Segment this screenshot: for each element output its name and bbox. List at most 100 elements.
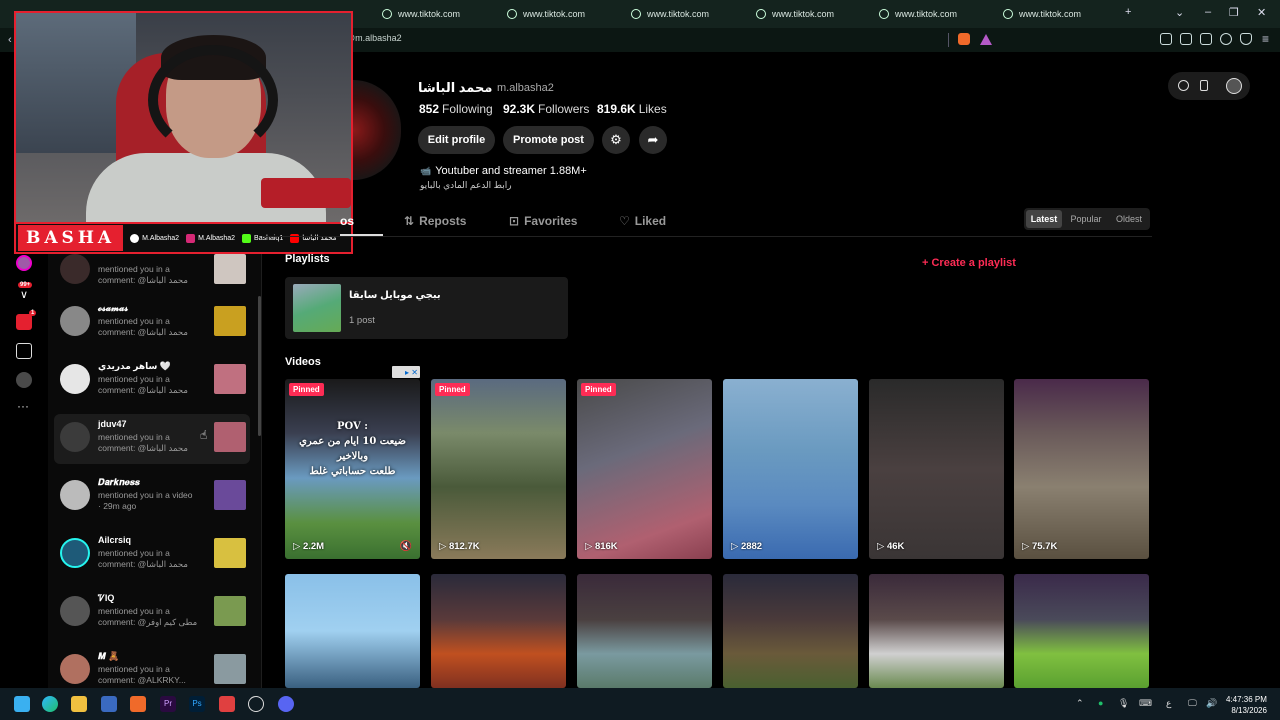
browser-tab[interactable]: www.tiktok.com [382,4,460,24]
notification-item[interactable]: ᏤIQ mentioned you in a comment: @مطى كيم ا… [54,588,250,638]
brave-icon[interactable] [130,696,146,712]
new-tab-button[interactable]: + [1125,6,1131,18]
profile-avatar[interactable] [353,80,401,180]
rewards-icon[interactable] [980,34,992,45]
store-icon[interactable] [101,696,117,712]
notification-item[interactable]: Ailcrsiq mentioned you in a comment: @محمد… [54,530,250,580]
tab-favorites[interactable]: ⊡ Favorites [509,214,577,228]
browser-tab[interactable]: www.tiktok.com [879,4,957,24]
edit-profile-button[interactable]: Edit profile [418,126,495,154]
minimize-icon[interactable]: – [1205,6,1211,18]
notification-username[interactable]: ᏤIQ [98,593,114,604]
menu-icon[interactable]: ≡ [1262,32,1269,46]
notification-item[interactable]: 𝑫𝒂𝒓𝒌𝒏𝒆𝒔𝒔 mentioned you in a video · 29m ag… [54,472,250,522]
volume-icon[interactable]: 🔊 [1206,698,1217,709]
notification-thumbnail[interactable] [214,364,246,394]
video-card[interactable]: Pinned POV : ضيعت 10 ايام من عمري وبالاخي… [285,379,420,559]
browser-tab[interactable]: www.tiktok.com [756,4,834,24]
notification-item[interactable]: 𝓸𝓼𝓪𝓶𝓪𝓼 mentioned you in a comment: @محمد ا… [54,298,250,348]
avatar[interactable] [60,480,90,510]
network-icon[interactable]: 🖵 [1188,698,1197,709]
profile-avatar-icon[interactable] [16,255,32,271]
notification-username[interactable]: jduv47 [98,419,127,429]
sort-latest-button[interactable]: Latest [1026,210,1062,228]
browser-tab[interactable]: www.tiktok.com [507,4,585,24]
more-icon[interactable]: ··· [17,399,29,413]
video-card[interactable] [723,574,858,688]
compass-icon[interactable] [1178,80,1189,91]
notification-thumbnail[interactable] [214,480,246,510]
notification-thumbnail[interactable] [214,538,246,568]
notification-username[interactable]: 𝓸𝓼𝓪𝓶𝓪𝓼 [98,303,128,314]
avatar[interactable] [60,306,90,336]
leo-ai-icon[interactable] [1220,33,1232,45]
account-avatar-icon[interactable] [16,372,32,388]
notification-thumbnail[interactable] [214,254,246,284]
notification-item[interactable]: jduv47 mentioned you in a comment: @محمد ا… [54,414,250,464]
notification-thumbnail[interactable] [214,654,246,684]
settings-button[interactable]: ⚙ [602,126,630,154]
avatar[interactable] [60,422,90,452]
user-avatar-icon[interactable] [1226,78,1242,94]
video-card[interactable]: ▷ 46K [869,379,1004,559]
notification-thumbnail[interactable] [214,422,246,452]
browser-tab[interactable]: www.tiktok.com [631,4,709,24]
avatar[interactable] [60,538,90,568]
notifications-scrollbar[interactable] [258,296,261,436]
ad-close-icon[interactable]: ▸ ✕ [392,366,420,378]
discord-icon[interactable] [278,696,294,712]
file-explorer-icon[interactable] [71,696,87,712]
vpn-icon[interactable] [1240,33,1252,45]
photoshop-icon[interactable]: Ps [189,696,205,712]
tab-liked[interactable]: ♡ Liked [619,214,666,228]
sort-oldest-button[interactable]: Oldest [1110,210,1148,228]
followers-stat[interactable]: 92.3K Followers [503,102,589,116]
mute-icon[interactable]: 🔇 [400,541,412,552]
maximize-icon[interactable]: ❐ [1229,6,1239,19]
share-button[interactable]: ➦ [639,126,667,154]
tray-app-icon[interactable]: ● [1098,698,1103,708]
notification-username[interactable]: 𝑫𝒂𝒓𝒌𝒏𝒆𝒔𝒔 [98,477,140,488]
notification-item[interactable]: ساهر مدريدي 🤍 mentioned you in a comment: … [54,356,250,406]
microphone-icon[interactable]: 🎙 [1118,698,1129,709]
wallet-icon[interactable] [1200,33,1212,45]
extensions-icon[interactable] [1160,33,1172,45]
playlist-card[interactable]: ببجي موبايل سابقا 1 post [285,277,568,339]
video-card[interactable] [1014,574,1149,688]
back-icon[interactable]: ‹ [8,34,12,46]
notification-thumbnail[interactable] [214,596,246,626]
video-card[interactable] [577,574,712,688]
notification-username[interactable]: Ailcrsiq [98,535,131,545]
browser-tab[interactable]: www.tiktok.com [1003,4,1081,24]
promote-post-button[interactable]: Promote post [503,126,594,154]
notification-username[interactable]: ساهر مدريدي 🤍 [98,361,171,372]
taskbar-clock[interactable]: 4:47:36 PM 8/13/2026 [1226,694,1267,716]
notification-username[interactable]: 𝑴 🧸 [98,651,120,662]
following-stat[interactable]: 852 Following [419,102,493,116]
tab-reposts[interactable]: ⇅ Reposts [404,214,466,228]
avatar[interactable] [60,654,90,684]
obs-icon[interactable] [248,696,264,712]
tab-videos[interactable]: os [340,214,354,228]
inbox-icon[interactable] [16,314,32,330]
video-card[interactable] [285,574,420,688]
upload-icon[interactable] [16,343,32,359]
chevron-down-icon[interactable]: ⌄ [1175,6,1184,19]
video-card[interactable] [431,574,566,688]
notification-item[interactable]: 𝑴 🧸 mentioned you in a comment: @ALKRKY... [54,646,250,696]
brave-shield-icon[interactable] [958,33,970,45]
sort-popular-button[interactable]: Popular [1066,210,1106,228]
video-card[interactable] [869,574,1004,688]
messages-icon[interactable]: ∨ [16,288,32,304]
language-indicator[interactable]: ع [1166,698,1171,709]
edge-icon[interactable] [42,696,58,712]
keyboard-icon[interactable]: ⌨ [1139,698,1152,709]
create-playlist-button[interactable]: + Create a playlist [922,257,1016,269]
avatar[interactable] [60,254,90,284]
video-card[interactable]: ▷ 75.7K [1014,379,1149,559]
avatar[interactable] [60,364,90,394]
notification-thumbnail[interactable] [214,306,246,336]
phone-icon[interactable] [1200,80,1208,91]
video-card[interactable]: ▷ 2882 [723,379,858,559]
windows-start-icon[interactable] [14,696,30,712]
